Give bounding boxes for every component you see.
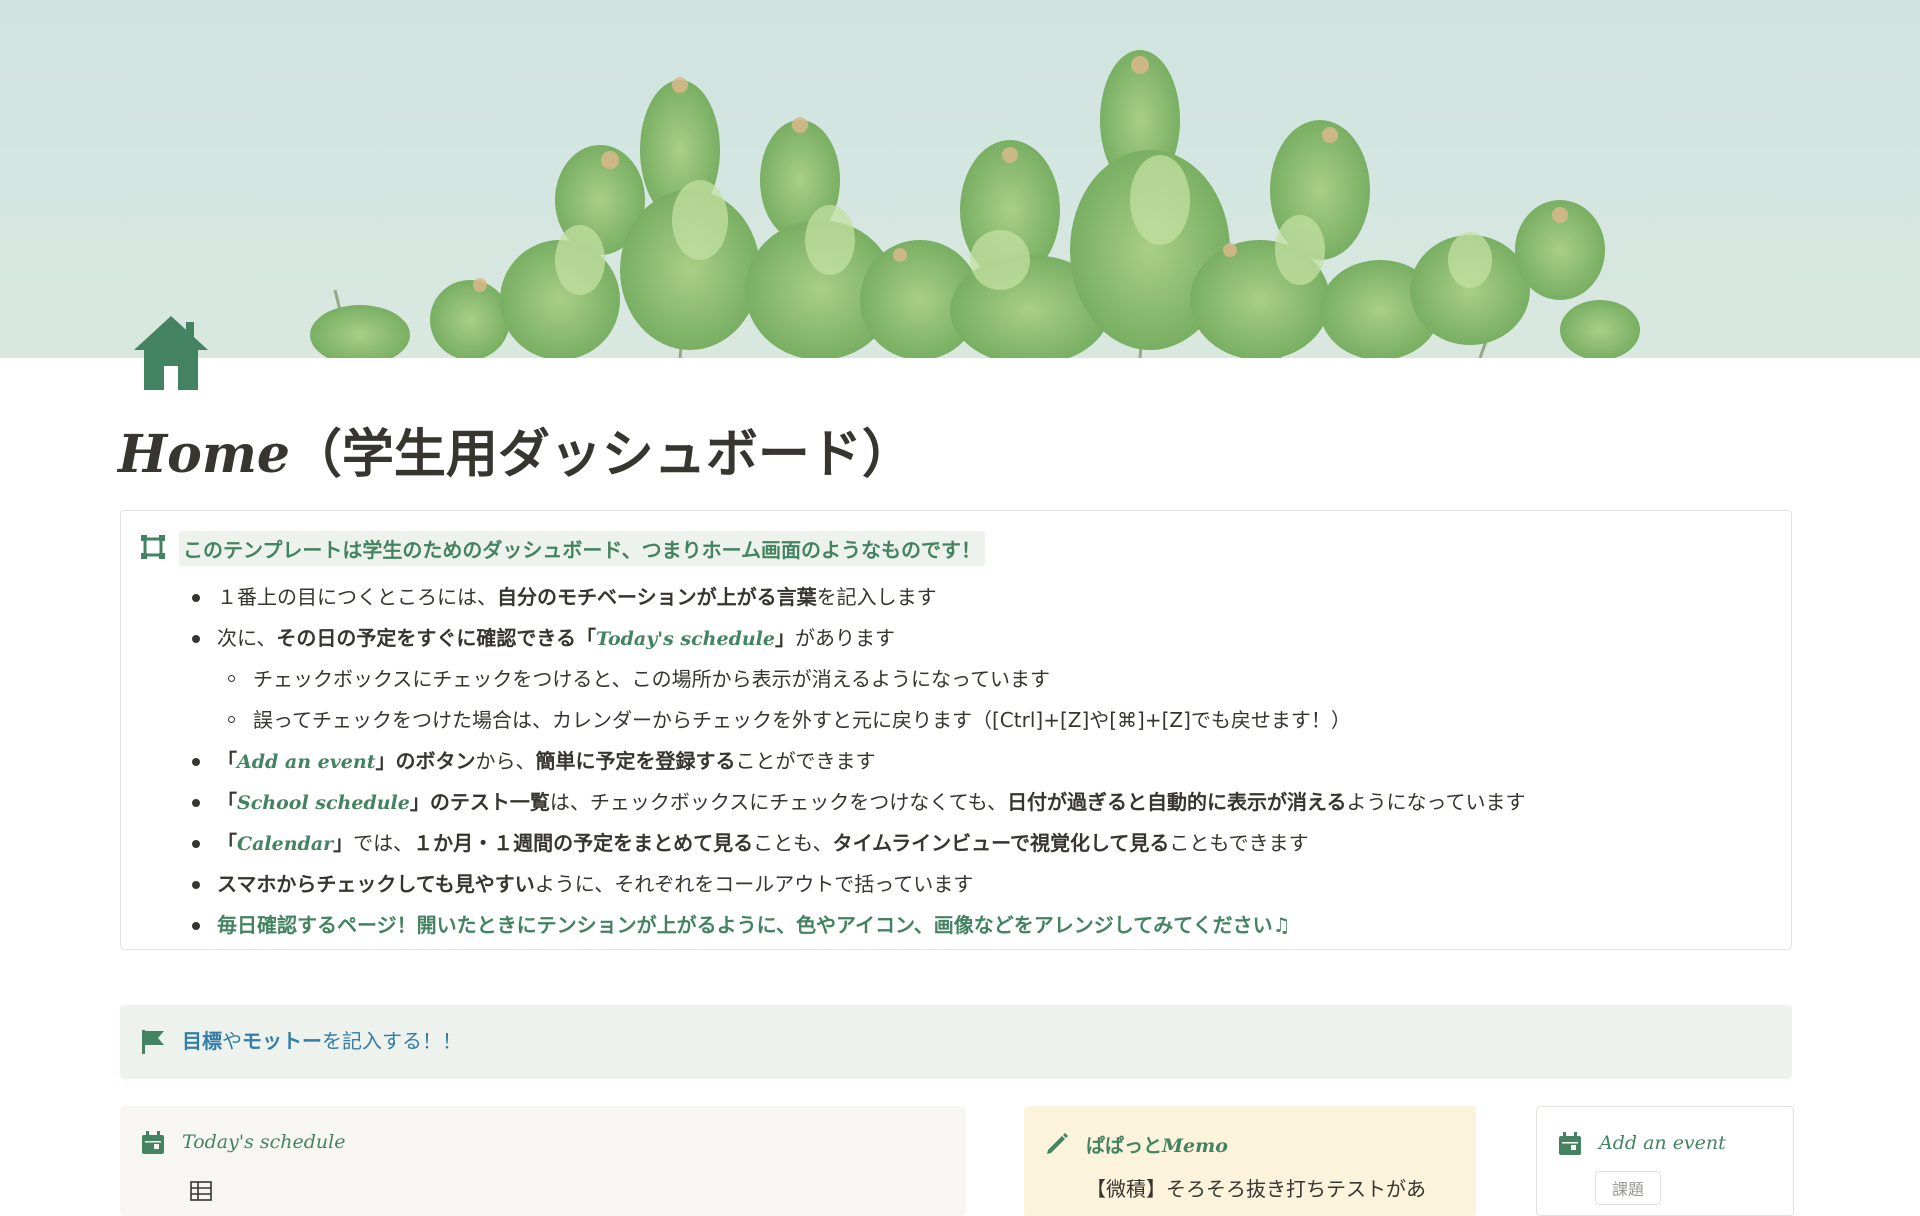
text: から、 [475, 749, 536, 773]
memo-title[interactable]: ぱぱっとMemo [1086, 1131, 1228, 1158]
list-item: 誤ってチェックをつけた場合は、カレンダーからチェックを外すと元に戻ります（[Ct… [121, 700, 1525, 741]
text: は、チェックボックスにチェックをつけなくても、 [549, 790, 1008, 814]
bold-text: モットー [242, 1029, 322, 1053]
calendar-icon [142, 1131, 164, 1154]
text: こともできます [1169, 831, 1309, 855]
text: 次に、 [217, 626, 277, 650]
text: ことも、 [753, 831, 833, 855]
info-bullet-list: １番上の目につくところには、自分のモチベーションが上がる言葉を記入します 次に、… [121, 577, 1525, 946]
list-item: 「Add an event」のボタンから、簡単に予定を登録することができます [121, 741, 1525, 782]
list-item: チェックボックスにチェックをつけると、この場所から表示が消えるようになっています [121, 659, 1525, 700]
memo-card: ぱぱっとMemo 【微積】そろそろ抜き打ちテストがあ [1024, 1106, 1476, 1216]
goal-callout[interactable]: 目標やモットーを記入する！！ [120, 1005, 1792, 1079]
text: や [222, 1029, 242, 1053]
text: では、 [353, 831, 414, 855]
text: ことができます [735, 749, 876, 773]
bold-text: 」のテスト一覧 [409, 790, 550, 814]
info-callout: このテンプレートは学生のためのダッシュボード、つまりホーム画面のようなものです！… [120, 510, 1792, 950]
bold-text: スマホからチェックしても見やすい [217, 872, 535, 896]
house-icon[interactable] [130, 312, 212, 394]
green-text: 毎日確認するページ！開いたときにテンションが上がるように、色やアイコン、画像など… [217, 913, 1291, 937]
flag-icon [142, 1030, 164, 1054]
callout-headline: このテンプレートは学生のためのダッシュボード、つまりホーム画面のようなものです！ [179, 531, 985, 566]
list-item: １番上の目につくところには、自分のモチベーションが上がる言葉を記入します [121, 577, 1525, 618]
list-item: スマホからチェックしても見やすいように、それぞれをコールアウトで括っています [121, 864, 1525, 905]
text: ように、それぞれをコールアウトで括っています [534, 872, 974, 896]
text: チェックボックスにチェックをつけると、この場所から表示が消えるようになっています [253, 667, 1050, 691]
table-icon[interactable] [190, 1181, 212, 1201]
bold-text: 「 [217, 831, 237, 855]
bold-text: 」 [333, 831, 354, 855]
list-item: 「Calendar」では、１か月・１週間の予定をまとめて見ることも、タイムライン… [121, 823, 1525, 864]
memo-title-en: Memo [1162, 1135, 1228, 1157]
bold-text: 「 [217, 790, 237, 814]
bold-text: 」のボタン [375, 749, 476, 773]
list-item: 次に、その日の予定をすぐに確認できる「Today's schedule」がありま… [121, 618, 1525, 659]
bold-text: 日付が過ぎると自動的に表示が消える [1007, 790, 1347, 814]
text: ようになっています [1346, 790, 1526, 814]
list-item: 「School schedule」のテスト一覧は、チェックボックスにチェックをつ… [121, 782, 1525, 823]
calendar-icon [1559, 1132, 1581, 1155]
page-title-en: Home [118, 424, 290, 485]
template-frame-icon [141, 535, 165, 559]
text: １番上の目につくところには、 [217, 585, 497, 609]
bold-text: 」 [775, 626, 795, 650]
bold-text: 簡単に予定を登録する [535, 749, 736, 773]
text: 誤ってチェックをつけた場合は、カレンダーからチェックを外すと元に戻ります（[Ct… [253, 708, 1351, 732]
add-event-card: Add an event 課題 [1536, 1106, 1794, 1216]
goal-text[interactable]: 目標やモットーを記入する！！ [182, 1025, 462, 1054]
bold-text: 自分のモチベーションが上がる言葉 [497, 585, 817, 609]
list-item: 毎日確認するページ！開いたときにテンションが上がるように、色やアイコン、画像など… [121, 905, 1525, 946]
cover-image [0, 0, 1920, 358]
text: を記入する！！ [322, 1029, 462, 1053]
bold-text: その日の予定をすぐに確認できる「 [276, 626, 597, 650]
italic-label: School schedule [237, 792, 410, 814]
memo-title-ja: ぱぱっと [1086, 1135, 1163, 1157]
bold-text: 「 [217, 749, 237, 773]
italic-label: Add an event [237, 751, 376, 773]
add-event-title[interactable]: Add an event [1599, 1132, 1726, 1154]
italic-label: Today's schedule [596, 628, 775, 650]
italic-label: Calendar [237, 833, 334, 855]
text: を記入します [816, 585, 937, 609]
memo-text[interactable]: 【微積】そろそろ抜き打ちテストがあ [1086, 1173, 1426, 1202]
pencil-icon [1047, 1133, 1068, 1154]
text: があります [795, 626, 895, 650]
today-schedule-title[interactable]: Today's schedule [182, 1131, 345, 1153]
today-schedule-card: Today's schedule [120, 1106, 966, 1216]
cover-foliage [310, 50, 1640, 358]
bold-text: １か月・１週間の予定をまとめて見る [413, 831, 754, 855]
page-title: Home（学生用ダッシュボード） [118, 412, 914, 487]
bold-text: 目標 [182, 1029, 222, 1053]
bold-text: タイムラインビューで視覚化して見る [832, 831, 1170, 855]
add-assignment-button[interactable]: 課題 [1595, 1171, 1662, 1205]
page-title-ja: （学生用ダッシュボード） [289, 424, 914, 485]
